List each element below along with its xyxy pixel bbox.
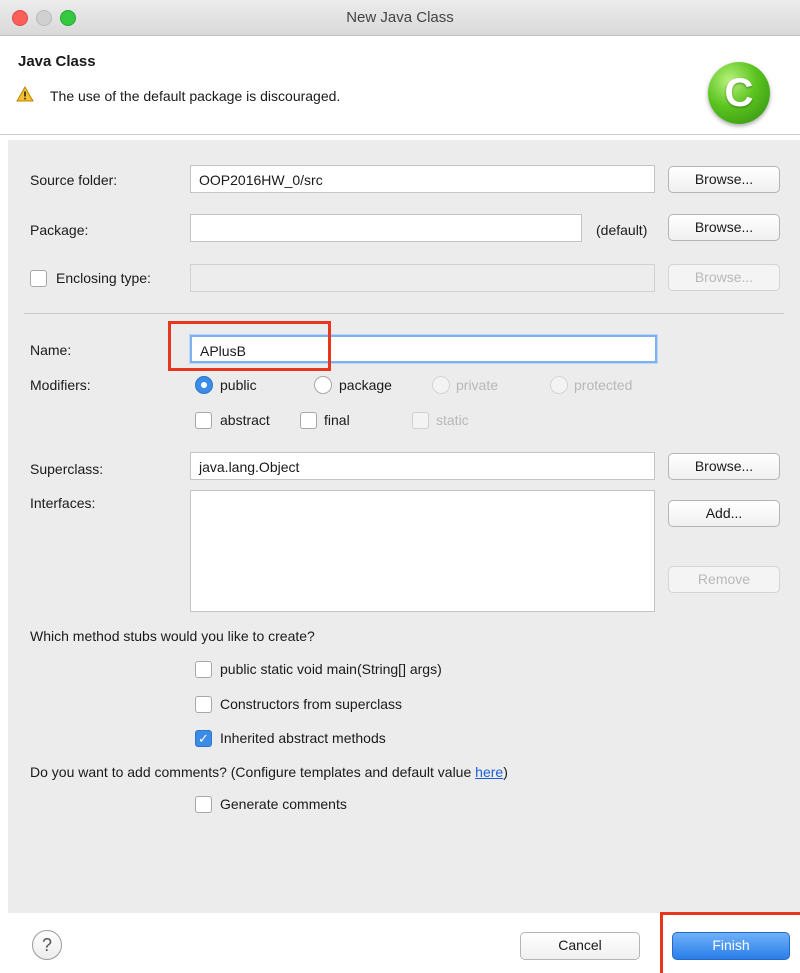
abstract-checkbox[interactable] [195, 412, 212, 429]
modifier-package-radio[interactable] [314, 376, 332, 394]
constructors-checkbox[interactable] [195, 696, 212, 713]
name-highlight-box [168, 321, 331, 371]
modifier-protected-radio [550, 376, 568, 394]
final-checkbox[interactable] [300, 412, 317, 429]
main-method-label: public static void main(String[] args) [220, 661, 442, 677]
modifier-private-label: private [456, 377, 499, 393]
superclass-field[interactable]: java.lang.Object [190, 452, 655, 480]
static-label: static [436, 412, 469, 428]
superclass-label: Superclass: [30, 461, 104, 477]
modifier-protected-label: protected [574, 377, 633, 393]
inherited-abstract-checkbox[interactable]: ✓ [195, 730, 212, 747]
package-default-label: (default) [596, 222, 648, 238]
enclosing-type-label: Enclosing type: [56, 270, 151, 286]
inherited-abstract-label: Inherited abstract methods [220, 730, 386, 746]
modifier-private-radio [432, 376, 450, 394]
separator [24, 313, 784, 314]
comments-question: Do you want to add comments? (Configure … [30, 764, 508, 780]
package-field[interactable] [190, 214, 582, 242]
modifier-public-radio[interactable] [195, 376, 213, 394]
cancel-button[interactable]: Cancel [520, 932, 640, 960]
source-folder-label: Source folder: [30, 172, 118, 188]
main-method-checkbox[interactable] [195, 661, 212, 678]
help-icon[interactable]: ? [32, 930, 62, 960]
source-folder-field[interactable]: OOP2016HW_0/src [190, 165, 655, 193]
interfaces-label: Interfaces: [30, 495, 96, 511]
interfaces-add-button[interactable]: Add... [668, 500, 780, 527]
constructors-label: Constructors from superclass [220, 696, 403, 712]
warning-icon [16, 86, 34, 102]
modifiers-label: Modifiers: [30, 377, 91, 393]
superclass-browse-button[interactable]: Browse... [668, 453, 780, 480]
enclosing-type-browse-button: Browse... [668, 264, 780, 291]
source-folder-browse-button[interactable]: Browse... [668, 166, 780, 193]
window-title: New Java Class [346, 9, 454, 26]
configure-templates-link[interactable]: here [475, 764, 503, 780]
generate-comments-checkbox[interactable] [195, 796, 212, 813]
finish-highlight-box [660, 912, 800, 973]
enclosing-type-field [190, 264, 655, 292]
abstract-label: abstract [220, 412, 270, 428]
method-stubs-question: Which method stubs would you like to cre… [30, 628, 315, 644]
static-checkbox [412, 412, 429, 429]
modifier-public-label: public [220, 377, 257, 393]
page-title: Java Class [18, 53, 96, 70]
java-class-logo: C [708, 62, 770, 124]
interfaces-list[interactable] [190, 490, 655, 612]
interfaces-remove-button: Remove [668, 566, 780, 593]
comments-question-text: Do you want to add comments? (Configure … [30, 764, 476, 780]
wizard-header [0, 37, 800, 135]
checkmark-icon: ✓ [198, 731, 209, 746]
enclosing-type-checkbox[interactable] [30, 270, 47, 287]
package-browse-button[interactable]: Browse... [668, 214, 780, 241]
generate-comments-label: Generate comments [220, 796, 347, 812]
name-label: Name: [30, 342, 72, 358]
warning-message: The use of the default package is discou… [50, 88, 341, 104]
modifier-package-label: package [339, 377, 392, 393]
final-label: final [324, 412, 350, 428]
comments-question-end: ) [503, 764, 508, 780]
package-label: Package: [30, 222, 89, 238]
title-bar: New Java Class [0, 0, 800, 36]
